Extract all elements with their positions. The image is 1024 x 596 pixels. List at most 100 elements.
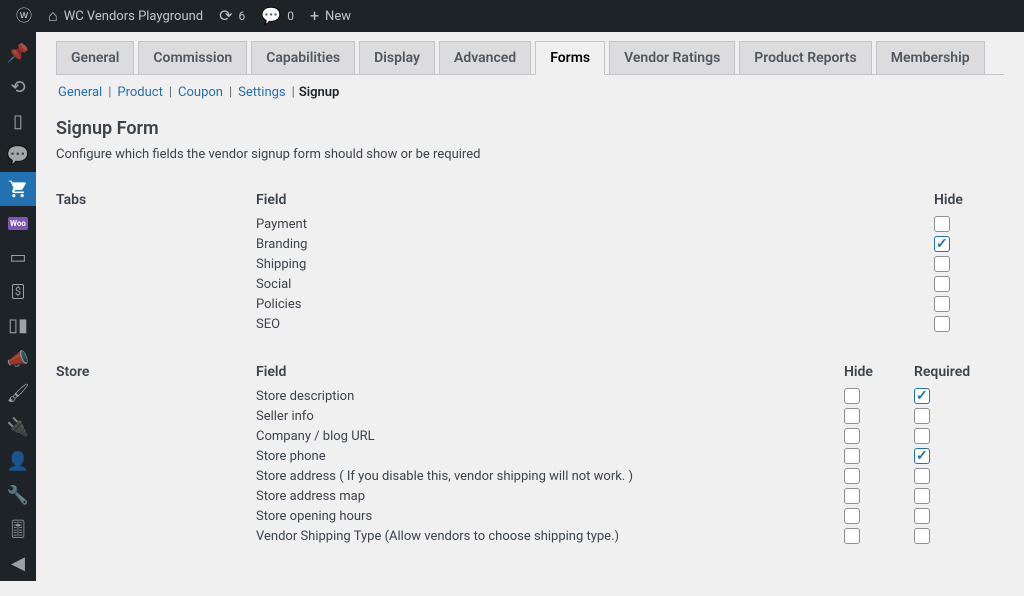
hide-checkbox[interactable] [844,528,860,544]
required-checkbox[interactable] [914,408,930,424]
subtab-general[interactable]: General [56,85,104,100]
hide-checkbox[interactable] [934,276,950,292]
user-icon: 👤 [7,451,29,472]
menu-products[interactable]: ▭ [0,240,36,274]
store-header-required: Required [914,364,1004,386]
site-name-label: WC Vendors Playground [64,9,203,24]
update-icon: ⟳ [219,8,232,24]
settings-tabs: GeneralCommissionCapabilitiesDisplayAdva… [56,32,1004,75]
menu-wcvendors[interactable] [0,172,36,206]
home-icon: ⌂ [48,8,58,24]
separator: | [288,85,299,100]
menu-appearance[interactable]: 🖌 [0,376,36,410]
new-content-link[interactable]: + New [302,0,359,32]
page-title: Signup Form [56,118,1004,139]
money-icon: $ [12,284,24,299]
table-row: SEO [256,314,1004,334]
menu-users[interactable]: 👤 [0,444,36,478]
field-label: Branding [256,234,934,254]
hide-checkbox[interactable] [844,468,860,484]
menu-collapse[interactable]: ◀ [0,546,36,580]
page-description: Configure which fields the vendor signup… [56,147,1004,162]
hide-checkbox[interactable] [844,488,860,504]
required-checkbox[interactable] [914,488,930,504]
megaphone-icon: 📣 [7,349,29,370]
hide-checkbox[interactable] [934,316,950,332]
plus-icon: + [310,8,319,24]
menu-analytics[interactable]: ▯▮ [0,308,36,342]
hide-checkbox[interactable] [844,428,860,444]
tab-advanced[interactable]: Advanced [439,41,531,74]
subtab-settings[interactable]: Settings [236,85,287,100]
updates-link[interactable]: ⟳ 6 [211,0,253,32]
required-checkbox[interactable] [914,388,930,404]
required-checkbox[interactable] [914,508,930,524]
field-label: Store opening hours [256,506,844,526]
menu-marketing[interactable]: 📣 [0,342,36,376]
tab-capabilities[interactable]: Capabilities [251,41,355,74]
required-checkbox[interactable] [914,448,930,464]
table-row: Vendor Shipping Type (Allow vendors to c… [256,526,1004,546]
section-store-label: Store [56,364,256,576]
store-header-hide: Hide [844,364,914,386]
tab-vendor-ratings[interactable]: Vendor Ratings [609,41,735,74]
wp-logo[interactable]: ⓦ [8,0,40,32]
field-label: SEO [256,314,934,334]
hide-checkbox[interactable] [844,408,860,424]
subtab-coupon[interactable]: Coupon [176,85,225,100]
tab-membership[interactable]: Membership [876,41,985,74]
tab-display[interactable]: Display [359,41,435,74]
tab-forms[interactable]: Forms [535,41,605,75]
comment-icon: 💬 [261,8,281,24]
comments-link[interactable]: 💬 0 [253,0,302,32]
hide-checkbox[interactable] [934,216,950,232]
separator: | [225,85,236,100]
menu-plugins[interactable]: 🔌 [0,410,36,444]
collapse-icon: ◀ [11,553,25,574]
field-label: Social [256,274,934,294]
settings-icon: 🎚 [7,519,30,540]
site-name-link[interactable]: ⌂ WC Vendors Playground [40,0,211,32]
menu-comments[interactable]: 💬 [0,138,36,172]
updates-count: 6 [239,9,246,23]
hide-checkbox[interactable] [844,448,860,464]
menu-updates[interactable]: ⟲ [0,70,36,104]
table-row: Payment [256,214,1004,234]
store-header-field: Field [256,364,844,386]
table-row: Store opening hours [256,506,1004,526]
tabs-header-field: Field [256,192,934,214]
hide-checkbox[interactable] [934,256,950,272]
wordpress-icon: ⓦ [16,8,32,24]
archive-icon: ▭ [9,247,26,268]
settings-subtabs: General|Product|Coupon|Settings|Signup [56,85,1004,100]
update-icon: ⟲ [10,77,25,98]
table-row: Company / blog URL [256,426,1004,446]
hide-checkbox[interactable] [934,236,950,252]
menu-tools[interactable]: 🔧 [0,478,36,512]
required-checkbox[interactable] [914,528,930,544]
cart-icon [8,179,28,199]
menu-dashboard[interactable]: 📌 [0,36,36,70]
field-label: Seller info [256,406,844,426]
plugin-icon: 🔌 [7,417,29,438]
required-checkbox[interactable] [914,428,930,444]
table-row: Store description [256,386,1004,406]
hide-checkbox[interactable] [934,296,950,312]
tabs-header-hide: Hide [934,192,1004,214]
comment-icon: 💬 [7,145,29,166]
comments-count: 0 [287,9,294,23]
hide-checkbox[interactable] [844,508,860,524]
menu-pages[interactable]: ▯ [0,104,36,138]
subtab-product[interactable]: Product [115,85,164,100]
menu-payments[interactable]: $ [0,274,36,308]
required-checkbox[interactable] [914,468,930,484]
tab-commission[interactable]: Commission [138,41,247,74]
field-label: Store address map [256,486,844,506]
tab-product-reports[interactable]: Product Reports [739,41,871,74]
hide-checkbox[interactable] [844,388,860,404]
table-row: Seller info [256,406,1004,426]
tab-general[interactable]: General [56,41,134,74]
separator: | [104,85,115,100]
menu-woocommerce[interactable]: Woo [0,206,36,240]
menu-settings[interactable]: 🎚 [0,512,36,546]
